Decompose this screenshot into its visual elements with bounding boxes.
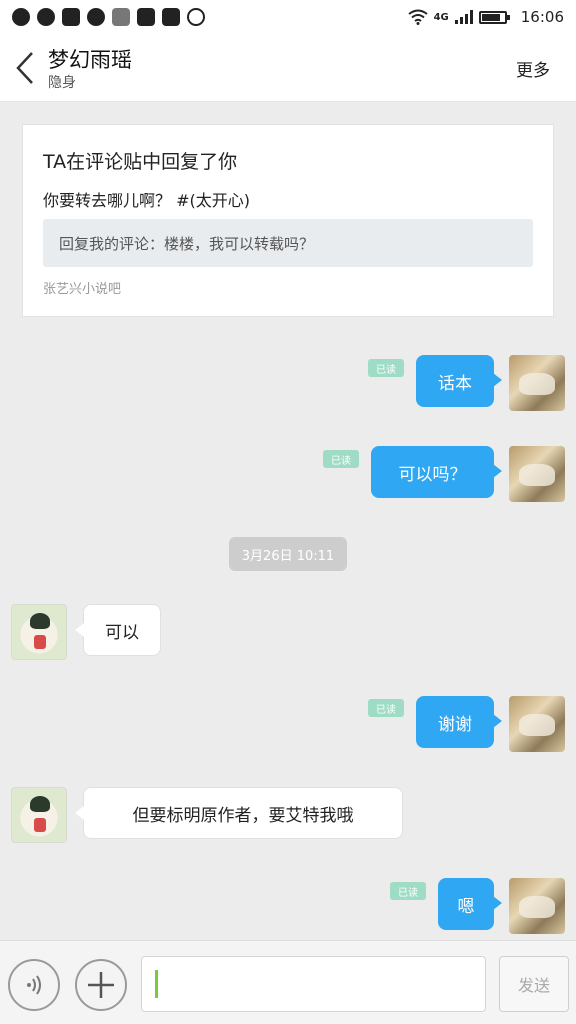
message-bubble-out[interactable]: 谢谢: [416, 696, 502, 748]
wifi-icon: [407, 9, 428, 25]
chat-icon: [37, 8, 55, 26]
contact-status: 隐身: [48, 75, 76, 91]
signal-icon: [454, 10, 473, 24]
more-button[interactable]: 更多: [516, 56, 550, 81]
card-quote-text: 回复我的评论：楼楼，我可以转载吗？: [59, 234, 315, 253]
more-dots-icon: [187, 8, 205, 26]
contact-avatar[interactable]: [11, 787, 67, 843]
contact-avatar[interactable]: [11, 604, 67, 660]
message-input[interactable]: [141, 956, 486, 1012]
message-icon: [87, 8, 105, 26]
text-caret: [155, 970, 158, 998]
qr-icon: [112, 8, 130, 26]
battery-icon: [478, 10, 510, 24]
input-bar: 发送: [0, 940, 576, 1024]
card-source[interactable]: 张艺兴小说吧: [43, 278, 121, 297]
message-bubble-in[interactable]: 可以: [75, 604, 161, 656]
nav-bar: 梦幻雨瑶 隐身 更多: [0, 34, 576, 102]
card-reply-text: 你要转去哪儿啊？ #(太开心): [43, 191, 250, 210]
send-button[interactable]: 发送: [499, 956, 569, 1012]
my-avatar[interactable]: [509, 696, 565, 752]
notification-icons: [12, 8, 205, 26]
clock: 16:06: [520, 8, 564, 26]
card-quote: 回复我的评论：楼楼，我可以转载吗？: [43, 219, 533, 267]
status-bar: 4G 16:06: [0, 0, 576, 34]
location-icon: [162, 8, 180, 26]
message-bubble-out[interactable]: 嗯: [438, 878, 502, 930]
voice-button[interactable]: [8, 959, 60, 1011]
network-type: 4G: [433, 11, 449, 23]
my-avatar[interactable]: [509, 878, 565, 934]
my-avatar[interactable]: [509, 355, 565, 411]
time-divider: 3月26日 10:11: [229, 537, 347, 571]
message-bubble-out[interactable]: 话本: [416, 355, 502, 407]
message-bubble-in[interactable]: 但要标明原作者，要艾特我哦: [75, 787, 403, 839]
voice-icon: [27, 975, 41, 995]
back-button[interactable]: [10, 48, 40, 88]
contact-name: 梦幻雨瑶: [48, 48, 132, 72]
add-button[interactable]: [75, 959, 127, 1011]
grid-icon: [137, 8, 155, 26]
chevron-left-icon: [16, 52, 33, 84]
penguin-icon: [12, 8, 30, 26]
my-avatar[interactable]: [509, 446, 565, 502]
read-receipt: 已读: [323, 450, 359, 468]
message-bubble-out[interactable]: 可以吗？: [371, 446, 502, 498]
read-receipt: 已读: [368, 359, 404, 377]
read-receipt: 已读: [368, 699, 404, 717]
plus-icon: [88, 972, 114, 998]
comment-reply-card[interactable]: TA在评论贴中回复了你 你要转去哪儿啊？ #(太开心) 回复我的评论：楼楼，我可…: [22, 124, 554, 317]
app-icon: [62, 8, 80, 26]
card-title: TA在评论贴中回复了你: [43, 151, 238, 173]
read-receipt: 已读: [390, 882, 426, 900]
